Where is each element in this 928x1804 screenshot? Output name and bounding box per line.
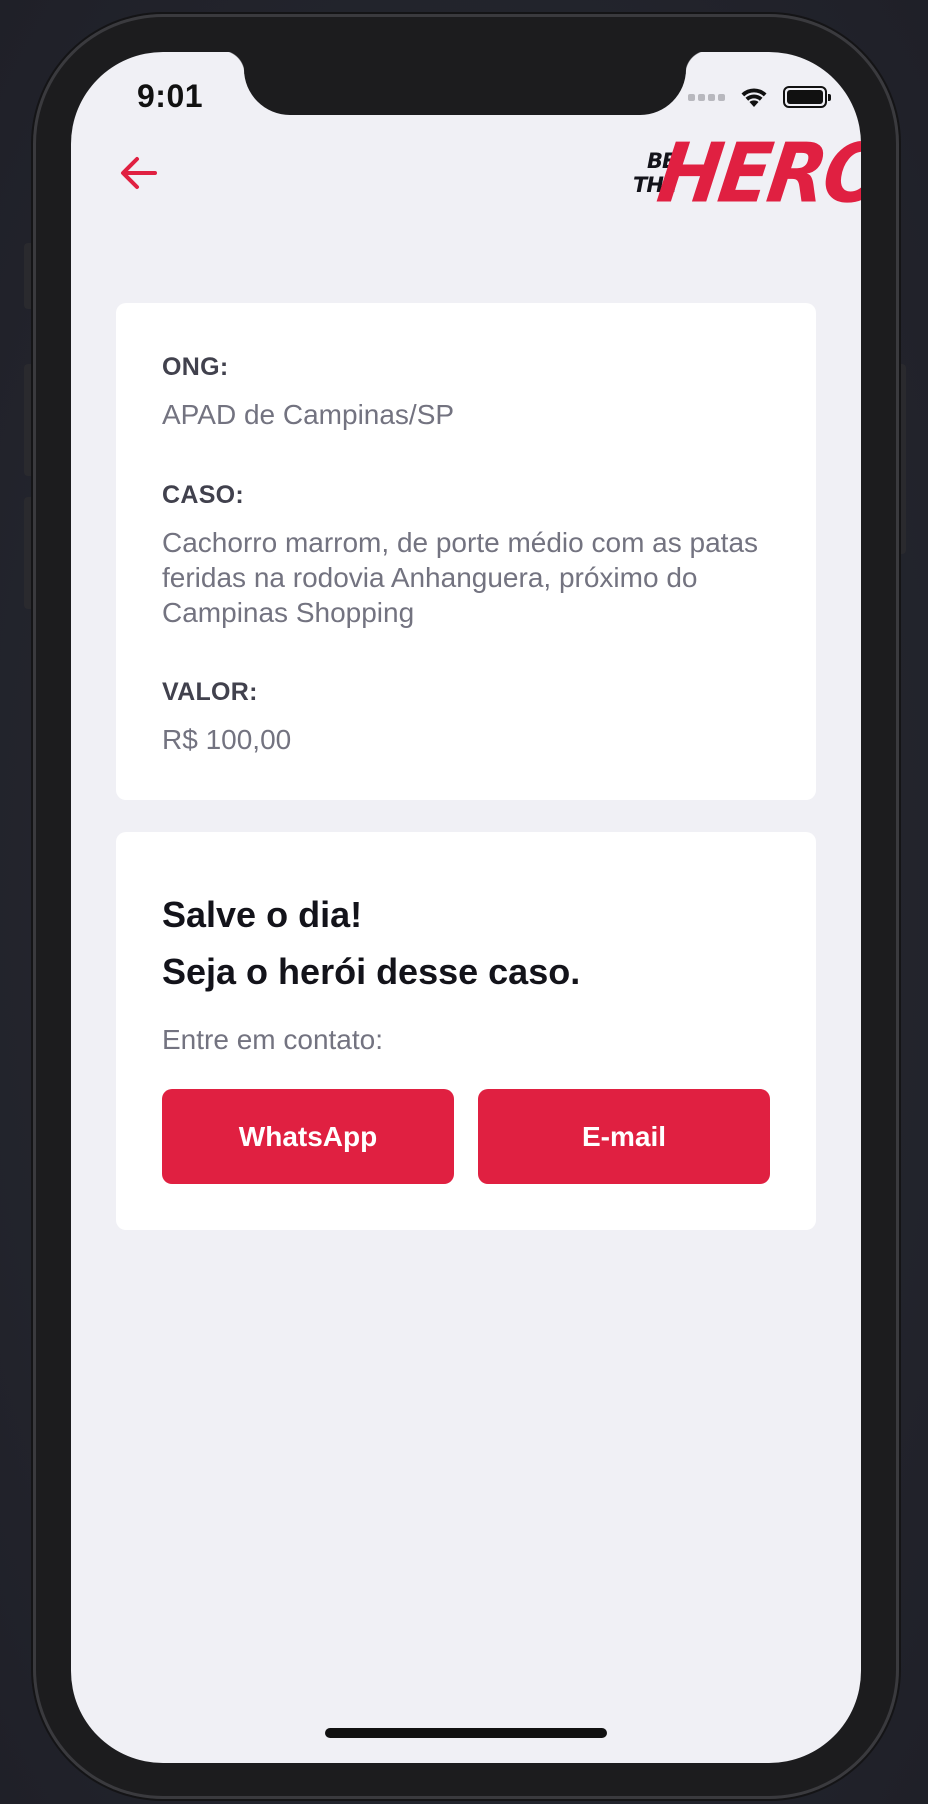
wifi-icon <box>741 88 767 107</box>
logo-hero-text: HERO <box>652 124 861 221</box>
whatsapp-button[interactable]: WhatsApp <box>162 1089 454 1184</box>
app-screen: 9:01 BE THE HERO ONG: APAD de Campinas/S… <box>71 52 861 1763</box>
camera-notch <box>221 52 709 115</box>
case-description: Cachorro marrom, de porte médio com as p… <box>162 527 759 628</box>
cellular-signal-icon <box>688 93 725 101</box>
status-icons <box>688 84 831 110</box>
case-label: CASO: <box>162 481 245 509</box>
battery-icon <box>783 86 831 108</box>
arrow-left-icon[interactable] <box>118 152 160 194</box>
ong-label: ONG: <box>162 353 229 381</box>
device-stage: 9:01 BE THE HERO ONG: APAD de Campinas/S… <box>0 0 928 1804</box>
value-amount: R$ 100,00 <box>162 724 292 755</box>
email-button[interactable]: E-mail <box>478 1089 770 1184</box>
contact-title: Salve o dia! Seja o herói desse caso. <box>162 886 580 1000</box>
status-time: 9:01 <box>137 78 204 114</box>
incident-card: ONG: APAD de Campinas/SP CASO: Cachorro … <box>116 303 816 800</box>
contact-title-line2: Seja o herói desse caso. <box>162 951 581 992</box>
contact-description: Entre em contato: <box>162 1024 384 1055</box>
contact-title-line1: Salve o dia! <box>162 894 363 935</box>
contact-card: Salve o dia! Seja o herói desse caso. En… <box>116 832 816 1230</box>
ong-value: APAD de Campinas/SP <box>162 399 455 430</box>
value-label: VALOR: <box>162 678 258 706</box>
be-the-hero-logo: BE THE HERO <box>631 125 861 221</box>
home-indicator[interactable] <box>325 1728 607 1738</box>
